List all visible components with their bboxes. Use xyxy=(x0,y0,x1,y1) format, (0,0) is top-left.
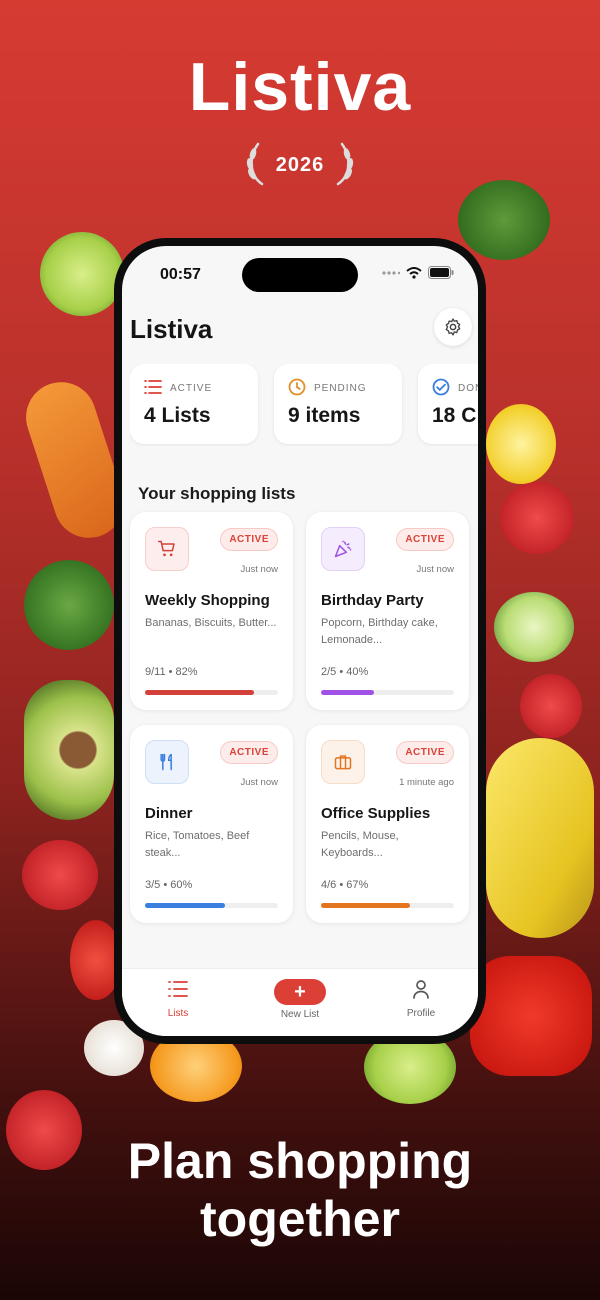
stat-label: PENDING xyxy=(314,383,367,394)
cucumber-decoration xyxy=(494,592,574,662)
list-items-preview: Popcorn, Birthday cake, Lemonade... xyxy=(321,617,438,646)
list-card-birthday-party[interactable]: ACTIVE Just now Birthday Party Popcorn, … xyxy=(306,512,469,710)
lime-decoration xyxy=(40,232,124,316)
stat-value: 9 items xyxy=(288,404,361,427)
progress-fill xyxy=(145,903,225,908)
list-card-dinner[interactable]: ACTIVE Just now Dinner Rice, Tomatoes, B… xyxy=(130,725,293,923)
pepper-decoration xyxy=(470,956,592,1076)
list-card-weekly-shopping[interactable]: ACTIVE Just now Weekly Shopping Bananas,… xyxy=(130,512,293,710)
fork-knife-icon xyxy=(160,753,172,771)
tab-label: New List xyxy=(280,1009,320,1020)
progress-text: 3/5 • 60% xyxy=(145,879,193,891)
app-title: Listiva xyxy=(130,314,213,344)
progress-bar xyxy=(321,903,454,908)
lemon-decoration xyxy=(486,404,556,484)
updated-time: 1 minute ago xyxy=(399,777,454,788)
progress-text: 4/6 • 67% xyxy=(321,879,369,891)
tab-lists[interactable]: Lists xyxy=(138,979,218,1019)
list-icon xyxy=(144,380,162,394)
briefcase-icon xyxy=(334,755,352,770)
tab-bar: Lists + New List Profile xyxy=(122,968,478,1036)
wifi-icon xyxy=(406,266,422,279)
card-icon-box xyxy=(145,740,189,784)
status-icons xyxy=(382,266,454,279)
progress-fill xyxy=(321,690,375,695)
card-icon-box xyxy=(321,527,365,571)
progress-bar xyxy=(321,690,454,695)
progress-bar xyxy=(145,690,278,695)
list-name: Dinner xyxy=(145,805,193,822)
app-screen: 00:57 Listiva ACTIVE 4 Lists PENDING 9 i… xyxy=(122,246,478,1036)
avocado-decoration xyxy=(24,680,114,820)
tab-profile[interactable]: Profile xyxy=(381,979,461,1019)
list-name: Birthday Party xyxy=(321,592,424,609)
stat-value: 18 C xyxy=(432,404,477,427)
hero-title: Listiva xyxy=(188,49,412,125)
status-badge: ACTIVE xyxy=(220,741,278,764)
list-card-office-supplies[interactable]: ACTIVE 1 minute ago Office Supplies Penc… xyxy=(306,725,469,923)
tab-label: Profile xyxy=(406,1008,436,1019)
status-badge: ACTIVE xyxy=(396,528,454,551)
card-icon-box xyxy=(145,527,189,571)
stat-card-active[interactable]: ACTIVE 4 Lists xyxy=(130,364,258,444)
broccoli-decoration xyxy=(24,560,114,650)
status-badge: ACTIVE xyxy=(396,741,454,764)
list-items-preview: Pencils, Mouse, Keyboards... xyxy=(321,830,399,859)
stat-card-done[interactable]: DONE 18 C xyxy=(418,364,478,444)
tagline-line-1: Plan shopping xyxy=(127,1133,473,1189)
card-icon-box xyxy=(321,740,365,784)
banana-decoration xyxy=(486,738,594,938)
progress-text: 9/11 • 82% xyxy=(145,666,198,678)
strawberry-decoration xyxy=(520,674,582,738)
clock-icon xyxy=(288,378,306,396)
settings-button[interactable] xyxy=(434,308,472,346)
laurel-icon xyxy=(246,142,354,186)
strawberry-decoration xyxy=(22,840,98,910)
stats-row: ACTIVE 4 Lists PENDING 9 items DONE 18 C xyxy=(130,364,478,446)
tagline: Plan shopping together xyxy=(0,1132,600,1248)
check-circle-icon xyxy=(432,378,450,396)
updated-time: Just now xyxy=(240,564,279,575)
dynamic-island xyxy=(242,258,358,292)
stat-label: ACTIVE xyxy=(170,383,213,394)
updated-time: Just now xyxy=(240,777,279,788)
list-items-preview: Rice, Tomatoes, Beef steak... xyxy=(145,830,250,859)
person-icon xyxy=(413,980,429,999)
signal-icon xyxy=(382,270,400,275)
status-badge: ACTIVE xyxy=(220,528,278,551)
section-title: Your shopping lists xyxy=(138,484,296,503)
tagline-line-2: together xyxy=(200,1191,400,1247)
progress-fill xyxy=(321,903,411,908)
list-name: Weekly Shopping xyxy=(145,592,270,609)
cart-icon xyxy=(157,540,175,557)
status-time: 00:57 xyxy=(160,266,201,283)
progress-bar xyxy=(145,903,278,908)
gear-icon xyxy=(445,318,461,336)
list-name: Office Supplies xyxy=(321,805,431,822)
tab-label: Lists xyxy=(167,1008,189,1019)
phone-frame: 00:57 Listiva ACTIVE 4 Lists PENDING 9 i… xyxy=(114,238,486,1044)
tab-new-list[interactable]: + New List xyxy=(260,979,340,1020)
plus-icon[interactable]: + xyxy=(274,979,326,1005)
progress-fill xyxy=(145,690,255,695)
battery-icon xyxy=(428,266,454,279)
stat-card-pending[interactable]: PENDING 9 items xyxy=(274,364,402,444)
list-items-preview: Bananas, Biscuits, Butter... xyxy=(145,617,277,629)
award-badge: 2026 xyxy=(240,140,360,190)
stat-label: DONE xyxy=(458,383,478,394)
progress-text: 2/5 • 40% xyxy=(321,666,369,678)
updated-time: Just now xyxy=(416,564,455,575)
stat-value: 4 Lists xyxy=(144,404,211,427)
status-bar: 00:57 xyxy=(122,246,478,294)
strawberry-decoration xyxy=(500,482,574,554)
list-icon xyxy=(168,981,188,997)
party-icon xyxy=(334,540,352,558)
